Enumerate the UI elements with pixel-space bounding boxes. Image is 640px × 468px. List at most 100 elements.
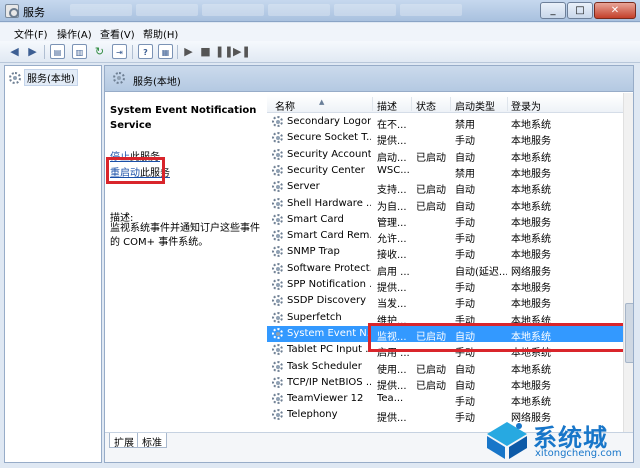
cell-name: Software Protect... <box>287 262 371 274</box>
cell-logon: 本地系统 <box>511 185 551 197</box>
properties-icon[interactable]: ▥ <box>72 44 87 59</box>
menu-action[interactable]: 操作(A) <box>57 26 92 41</box>
column-logon-as[interactable]: 登录为 <box>511 98 541 113</box>
gear-icon <box>272 393 283 405</box>
gear-icon <box>272 246 283 258</box>
cell-logon: 本地服务 <box>511 299 551 311</box>
cell-logon: 本地服务 <box>511 250 551 262</box>
cell-status: 已启动 <box>416 185 446 197</box>
cell-startup: 手动 <box>455 397 475 409</box>
table-row[interactable]: TeamViewer 12 Tea... 手动 本地系统 <box>267 391 623 409</box>
table-row[interactable]: SSDP Discovery 当发... 手动 本地服务 <box>267 293 623 311</box>
cell-logon: 本地服务 <box>511 283 551 294</box>
toolbar: ◀ ▶ ▤ ▥ ↻ ⇥ ? ▦ ▶ ■ ❚❚ ▶❚ <box>0 41 640 63</box>
stop-service-icon[interactable]: ■ <box>198 44 213 59</box>
background-taskbar-blur <box>70 4 500 18</box>
export-list-icon[interactable]: ⇥ <box>112 44 127 59</box>
tab-extended[interactable]: 扩展 <box>109 433 139 449</box>
cell-logon: 本地服务 <box>511 168 551 180</box>
gear-icon <box>272 148 283 160</box>
cell-startup: 手动 <box>455 283 475 294</box>
menu-file[interactable]: 文件(F) <box>14 26 48 41</box>
table-row[interactable]: Secondary Logon 在不... 禁用 本地系统 <box>267 114 623 131</box>
close-button[interactable]: ✕ <box>594 2 636 19</box>
brand-url: xitongcheng.com <box>535 448 622 459</box>
back-arrow-icon[interactable]: ◀ <box>7 44 22 59</box>
menu-help[interactable]: 帮助(H) <box>143 26 178 41</box>
gear-icon <box>272 279 283 290</box>
cell-startup: 手动 <box>455 234 475 246</box>
cell-startup: 手动 <box>455 136 475 148</box>
gear-icon <box>272 360 283 372</box>
table-row[interactable]: Server 支持... 已启动 自动 本地系统 <box>267 179 623 197</box>
table-row[interactable]: SPP Notification ... 提供... 手动 本地服务 <box>267 277 623 294</box>
table-row[interactable]: Task Scheduler 使用... 已启动 自动 本地系统 <box>267 359 623 376</box>
gear-icon <box>113 72 125 84</box>
cell-startup: 禁用 <box>455 120 475 131</box>
help-icon[interactable]: ? <box>138 44 153 59</box>
table-row[interactable]: Smart Card Rem... 允许... 手动 本地系统 <box>267 228 623 246</box>
cell-status: 已启动 <box>416 380 446 392</box>
main-pane: 服务(本地) System Event Notification Service… <box>104 65 634 463</box>
cell-logon: 本地系统 <box>511 234 551 246</box>
table-row[interactable]: Secure Socket T... 提供... 手动 本地服务 <box>267 130 623 148</box>
list-header: 名称 ▲ 描述 状态 启动类型 登录为 <box>267 95 623 113</box>
cell-startup: 自动 <box>455 201 475 213</box>
table-row[interactable]: TCP/IP NetBIOS ... 提供... 已启动 自动 本地服务 <box>267 375 623 392</box>
cell-desc: 为自... <box>377 201 407 213</box>
cell-name: Smart Card <box>287 213 344 225</box>
pause-service-icon[interactable]: ❚❚ <box>215 44 233 59</box>
start-service-icon[interactable]: ▶ <box>181 44 196 59</box>
description-text: 监视系统事件并通知订户这些事件的 COM+ 事件系统。 <box>110 223 260 248</box>
cell-logon: 本地服务 <box>511 380 551 392</box>
cell-name: TeamViewer 12 <box>287 393 364 405</box>
brand-logo-icon <box>487 422 527 459</box>
column-startup-type[interactable]: 启动类型 <box>455 98 495 113</box>
column-name[interactable]: 名称 <box>275 98 295 113</box>
scroll-thumb[interactable] <box>625 303 633 363</box>
refresh-icon[interactable]: ↻ <box>92 44 107 59</box>
cell-desc: 启用 ... <box>377 266 410 278</box>
cell-startup: 自动 <box>455 185 475 197</box>
cell-name: SPP Notification ... <box>287 279 371 290</box>
gear-icon <box>9 71 21 84</box>
cell-logon: 本地系统 <box>511 397 551 409</box>
gear-icon <box>272 295 283 307</box>
tree-item-services-local[interactable]: 服务(本地) <box>9 69 78 86</box>
cell-desc: 提供... <box>377 413 407 425</box>
cell-desc: 接收... <box>377 250 407 262</box>
gear-icon <box>272 311 283 323</box>
cell-desc: 当发... <box>377 299 407 311</box>
cell-name: Secondary Logon <box>287 116 371 127</box>
maximize-button[interactable]: □ <box>567 2 593 19</box>
table-row[interactable]: Smart Card 管理... 手动 本地服务 <box>267 212 623 229</box>
watermark-logo: 系统城 xitongcheng.com <box>485 418 635 466</box>
table-row[interactable]: Security Center WSC... 禁用 本地服务 <box>267 163 623 180</box>
show-hide-tree-icon[interactable]: ▤ <box>50 44 65 59</box>
cell-name: Tablet PC Input ... <box>287 344 371 356</box>
title-bar: 服务 _ □ ✕ <box>0 0 640 22</box>
cell-startup: 自动(延迟... <box>455 266 507 278</box>
column-description[interactable]: 描述 <box>377 98 397 113</box>
gear-icon <box>272 376 283 388</box>
tab-standard[interactable]: 标准 <box>137 433 167 449</box>
table-row[interactable]: Shell Hardware ... 为自... 已启动 自动 本地系统 <box>267 196 623 213</box>
sort-arrow-icon: ▲ <box>319 98 325 106</box>
action-pane-icon[interactable]: ▦ <box>158 44 173 59</box>
cell-name: Security Center <box>287 164 365 176</box>
vertical-scrollbar[interactable] <box>623 93 633 433</box>
cell-name: Superfetch <box>287 311 342 323</box>
restart-service-icon[interactable]: ▶❚ <box>233 44 251 59</box>
cell-name: Task Scheduler <box>287 360 362 372</box>
cell-logon: 本地系统 <box>511 152 551 164</box>
table-row[interactable]: SNMP Trap 接收... 手动 本地服务 <box>267 244 623 262</box>
cell-status: 已启动 <box>416 152 446 164</box>
cell-name: Telephony <box>287 409 338 421</box>
cell-startup: 自动 <box>455 152 475 164</box>
table-row[interactable]: Security Account... 启动... 已启动自动 本地系统 <box>267 147 623 164</box>
forward-arrow-icon[interactable]: ▶ <box>25 44 40 59</box>
column-status[interactable]: 状态 <box>416 98 436 113</box>
menu-view[interactable]: 查看(V) <box>100 26 135 41</box>
table-row[interactable]: Software Protect... 启用 ... 自动(延迟... 网络服务 <box>267 261 623 278</box>
minimize-button[interactable]: _ <box>540 2 566 19</box>
